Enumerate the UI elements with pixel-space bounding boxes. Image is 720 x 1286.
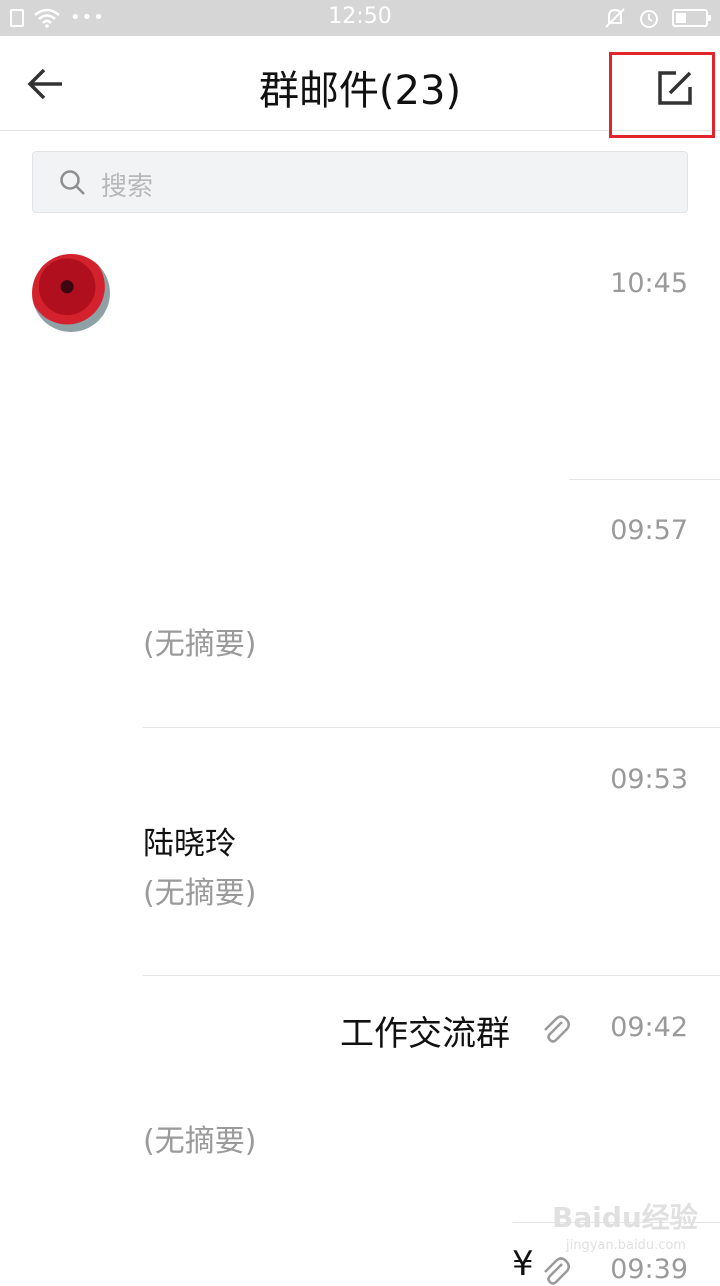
status-right-icons (604, 6, 711, 30)
battery-icon (672, 9, 711, 27)
mail-time: 09:42 (610, 1012, 688, 1043)
app-header: 群邮件(23) (0, 36, 720, 138)
mail-time: 09:53 (610, 764, 688, 795)
compose-button[interactable] (609, 52, 715, 138)
watermark-url: jingyan.baidu.com (566, 1238, 686, 1253)
search-placeholder: 搜索 (101, 172, 154, 202)
mail-item[interactable]: 09:57 (无摘要) (0, 480, 720, 728)
mail-summary: (无摘要) (143, 627, 257, 662)
mail-time: 10:45 (610, 268, 688, 299)
mail-item[interactable]: 工作交流群 09:42 (无摘要) (0, 976, 720, 1224)
attachment-icon (544, 1015, 570, 1043)
mail-summary: (无摘要) (143, 1124, 257, 1159)
avatar (32, 254, 110, 332)
alarm-icon (640, 10, 658, 28)
status-bar: ••• 12:50 (0, 0, 720, 36)
mute-bell-icon (605, 8, 625, 28)
mail-item[interactable]: 09:53 陆晓玲 (无摘要) (0, 728, 720, 976)
avatar (32, 502, 110, 580)
attachment-icon (544, 1257, 570, 1285)
mail-sender: 陆晓玲 (143, 826, 236, 862)
watermark: Baidu经验 (552, 1201, 698, 1234)
mail-summary: (无摘要) (143, 876, 257, 911)
search-input[interactable]: 搜索 (32, 151, 688, 213)
search-icon (60, 170, 85, 195)
mail-item[interactable]: 10:45 (0, 230, 720, 480)
mail-time: 09:57 (610, 515, 688, 546)
compose-edit-icon (658, 71, 692, 105)
mail-subject: ¥ (512, 1244, 534, 1284)
mail-subject: 工作交流群 (340, 1014, 510, 1054)
mail-time: 09:39 (610, 1254, 688, 1285)
